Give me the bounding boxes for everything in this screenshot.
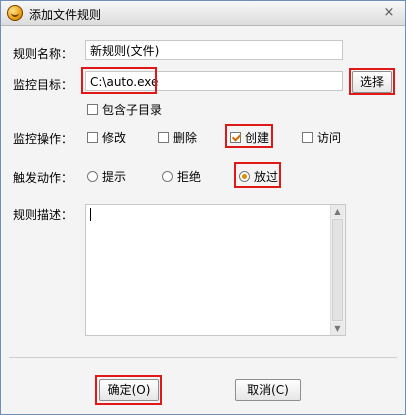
target-label: 监控目标： [13, 78, 74, 92]
include-subdirs-checkbox[interactable]: 包含子目录 [87, 101, 162, 118]
action-reject-radio[interactable]: 拒绝 [162, 168, 201, 185]
operations-label: 监控操作： [13, 132, 74, 146]
rule-name-label: 规则名称： [13, 47, 74, 61]
description-scrollbar[interactable]: ▲ ▼ [330, 205, 345, 335]
scroll-thumb[interactable] [332, 219, 343, 321]
title-bar: 添加文件规则 × [1, 1, 405, 26]
checkbox-box [87, 132, 98, 143]
window-title: 添加文件规则 [29, 8, 102, 22]
scroll-up-icon[interactable]: ▲ [331, 205, 344, 218]
scroll-down-icon[interactable]: ▼ [331, 322, 344, 335]
cancel-button[interactable]: 取消(C) [235, 379, 301, 401]
shield-logo-icon [7, 5, 23, 21]
text-caret [90, 208, 91, 221]
action-prompt-radio[interactable]: 提示 [87, 168, 126, 185]
description-label: 规则描述： [13, 208, 74, 222]
action-reject-label: 拒绝 [177, 170, 202, 184]
footer-divider [9, 357, 397, 358]
op-delete-checkbox[interactable]: 删除 [158, 129, 197, 146]
ok-highlight [95, 375, 162, 405]
add-file-rule-dialog: 添加文件规则 × 规则名称： 新规则(文件) 监控目标： C:\auto.exe… [0, 0, 406, 415]
radio-circle [162, 171, 173, 182]
radio-circle [87, 171, 98, 182]
close-icon[interactable]: × [381, 5, 397, 21]
create-highlight [225, 124, 273, 148]
checkbox-box [158, 132, 169, 143]
allow-highlight [234, 162, 281, 188]
rule-name-input[interactable]: 新规则(文件) [85, 40, 343, 60]
op-modify-label: 修改 [102, 131, 127, 145]
op-access-checkbox[interactable]: 访问 [302, 129, 341, 146]
action-prompt-label: 提示 [102, 170, 127, 184]
op-modify-checkbox[interactable]: 修改 [87, 129, 126, 146]
action-label: 触发动作： [13, 171, 74, 185]
checkbox-box [87, 104, 98, 115]
description-textarea[interactable]: ▲ ▼ [85, 204, 346, 336]
browse-highlight [349, 68, 395, 95]
checkbox-box [302, 132, 313, 143]
op-access-label: 访问 [317, 131, 342, 145]
op-delete-label: 删除 [173, 131, 198, 145]
target-highlight [81, 67, 157, 94]
include-subdirs-label: 包含子目录 [102, 103, 163, 117]
